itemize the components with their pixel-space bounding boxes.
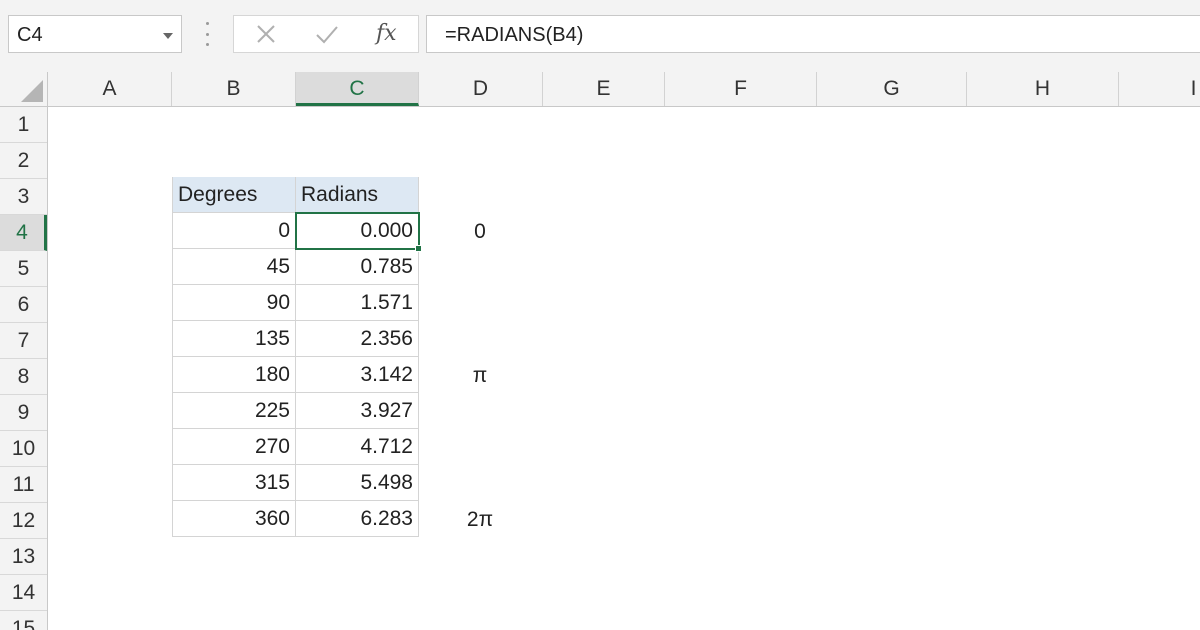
spreadsheet-window: C4 fx =RADIANS(B4) A B C D E F G H I 1 2… [0,0,1200,630]
column-header-i[interactable]: I [1119,72,1200,106]
cancel-button[interactable] [246,16,286,52]
row-header-9[interactable]: 9 [0,395,47,431]
cell-b12[interactable]: 360 [172,501,296,537]
cell-b5[interactable]: 45 [172,249,296,285]
formula-bar: C4 fx =RADIANS(B4) [0,0,1200,72]
x-icon [257,25,275,43]
column-header-b[interactable]: B [172,72,296,106]
checkmark-icon [316,26,338,44]
cell-c9[interactable]: 3.927 [296,393,419,429]
row-header-10[interactable]: 10 [0,431,47,467]
row-header-11[interactable]: 11 [0,467,47,503]
cell-b8[interactable]: 180 [172,357,296,393]
select-all-icon [21,80,43,102]
insert-function-button[interactable]: fx [368,16,408,52]
row-header-13[interactable]: 13 [0,539,47,575]
cell-c8[interactable]: 3.142 [296,357,419,393]
row-header-3[interactable]: 3 [0,179,47,215]
row-header-2[interactable]: 2 [0,143,47,179]
row-header-1[interactable]: 1 [0,107,47,143]
cell-d8[interactable]: π [418,358,542,394]
column-header-a[interactable]: A [48,72,172,106]
name-box[interactable]: C4 [8,15,182,53]
row-header-15[interactable]: 15 [0,611,47,630]
row-header-12[interactable]: 12 [0,503,47,539]
row-header-7[interactable]: 7 [0,323,47,359]
chevron-down-icon[interactable] [163,33,173,39]
row-header-5[interactable]: 5 [0,251,47,287]
column-header-g[interactable]: G [817,72,967,106]
column-header-f[interactable]: F [665,72,817,106]
cell-c10[interactable]: 4.712 [296,429,419,465]
row-header-6[interactable]: 6 [0,287,47,323]
cell-c11[interactable]: 5.498 [296,465,419,501]
cell-b7[interactable]: 135 [172,321,296,357]
cell-c7[interactable]: 2.356 [296,321,419,357]
fx-icon: fx [376,21,397,46]
column-header-h[interactable]: H [967,72,1119,106]
formula-value: =RADIANS(B4) [445,24,584,46]
column-header-d[interactable]: D [419,72,543,106]
cell-c4[interactable]: 0.000 [296,213,419,249]
cell-b6[interactable]: 90 [172,285,296,321]
row-header-8[interactable]: 8 [0,359,47,395]
name-box-value: C4 [17,24,43,46]
cell-d12[interactable]: 2π [418,502,542,538]
column-header-c[interactable]: C [296,72,419,106]
column-header-e[interactable]: E [543,72,665,106]
enter-button[interactable] [306,16,346,52]
cell-b4[interactable]: 0 [172,213,296,249]
cell-b10[interactable]: 270 [172,429,296,465]
formula-input[interactable]: =RADIANS(B4) [426,15,1200,53]
cell-c12[interactable]: 6.283 [296,501,419,537]
column-header-row: A B C D E F G H I [0,72,1200,107]
cell-c6[interactable]: 1.571 [296,285,419,321]
cell-b3[interactable]: Degrees [172,177,296,213]
cell-d4[interactable]: 0 [418,214,542,250]
formula-buttons: fx [233,15,419,53]
row-header-column: 1 2 3 4 5 6 7 8 9 10 11 12 13 14 15 [0,107,48,630]
select-all-button[interactable] [0,72,48,106]
drag-handle-icon[interactable] [205,22,209,46]
cell-c3[interactable]: Radians [296,177,419,213]
cell-b11[interactable]: 315 [172,465,296,501]
row-header-4[interactable]: 4 [0,215,47,251]
row-header-14[interactable]: 14 [0,575,47,611]
cell-c5[interactable]: 0.785 [296,249,419,285]
cell-grid[interactable]: Degrees Radians 0 0.000 45 0.785 90 1.57… [48,107,1200,630]
cell-b9[interactable]: 225 [172,393,296,429]
